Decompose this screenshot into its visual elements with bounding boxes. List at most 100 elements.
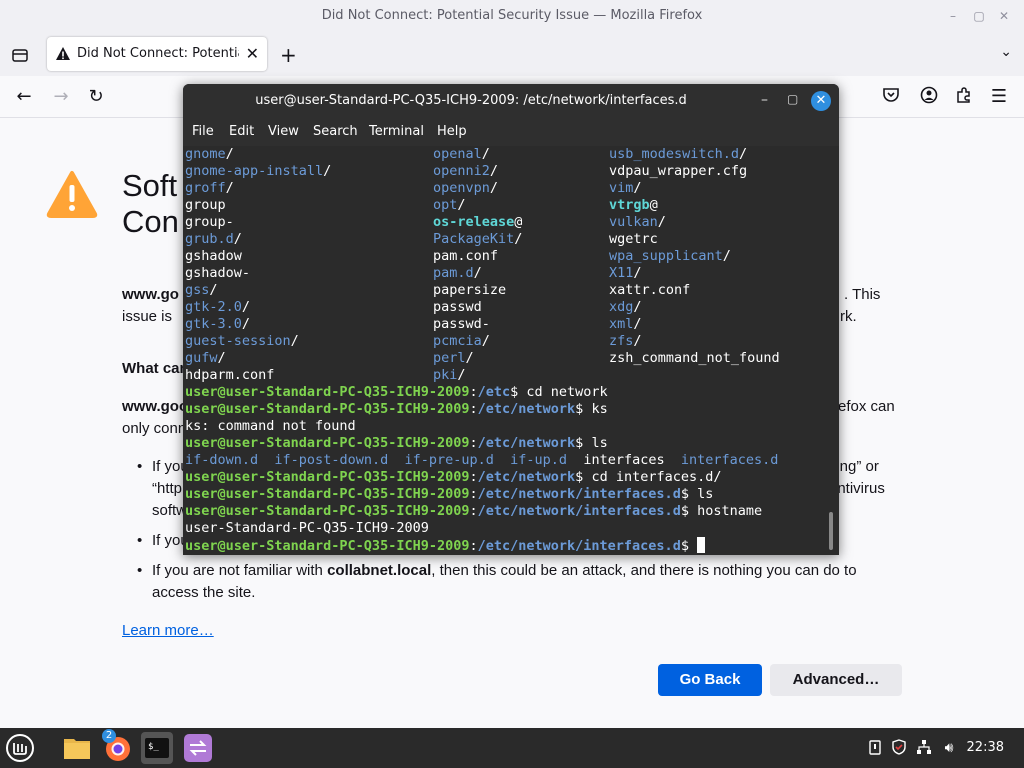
ls-entry: gnome-app-install/ [185,163,331,180]
forward-icon[interactable]: → [50,86,72,108]
menu-view[interactable]: View [268,124,299,139]
terminal-line: user@user-Standard-PC-Q35-ICH9-2009:/etc… [185,469,721,486]
ls-entry-name: passwd [433,299,482,315]
menu-edit[interactable]: Edit [229,124,254,139]
error-text: only conn [122,420,187,437]
ls-entry-suffix: / [233,231,242,247]
ls-entry-name: perl [433,350,466,366]
prompt-user: user@user-Standard-PC-Q35-ICH9-2009 [185,401,470,417]
advanced-button[interactable]: Advanced… [770,664,902,696]
ls-entry: grub.d/ [185,231,242,248]
terminal-taskbar-button[interactable]: $_ [141,732,173,764]
ls-entry-name: guest-session [185,333,291,349]
ls-entry: gshadow [185,248,242,265]
firefox-view-button[interactable] [10,45,30,65]
ls-entry: perl/ [433,350,474,367]
reload-icon[interactable]: ↻ [85,86,107,108]
ls-entry: pam.conf [433,248,498,265]
menu-help[interactable]: Help [437,124,467,139]
terminal-output[interactable]: gnome/openal/usb_modeswitch.d/gnome-app-… [185,146,829,555]
bullet-text: softw [152,502,188,519]
prompt-path: /etc/network/interfaces.d [477,503,681,519]
shield-icon[interactable] [890,739,908,757]
ls-entry: vdpau_wrapper.cfg [609,163,747,180]
ls-entry: zfs/ [609,333,642,350]
terminal-titlebar[interactable]: user@user-Standard-PC-Q35-ICH9-2009: /et… [183,84,839,118]
minimize-button[interactable]: – [946,9,960,23]
ls-entry-name: openal [433,146,482,162]
pocket-icon[interactable] [880,86,902,108]
new-tab-button[interactable]: + [280,43,297,67]
ls-entry-name: vim [609,180,634,196]
taskbar: 2 $_ 🔊︎ 22:38 [0,728,1024,768]
maximize-button[interactable]: ▢ [972,9,986,23]
ls-entry-name: openni2 [433,163,490,179]
ls-entry-name: opt [433,197,458,213]
ls-entry-name: zfs [609,333,634,349]
ls-entry-name: usb_modeswitch.d [609,146,740,162]
terminal-minimize-button[interactable]: – [761,92,768,108]
ls-entry-name: os-release [433,214,515,230]
command-output: user-Standard-PC-Q35-ICH9-2009 [185,520,429,536]
separator [494,452,510,468]
ls-entry: pam.d/ [433,265,482,282]
extensions-icon[interactable] [953,86,975,108]
menu-search[interactable]: Search [313,124,358,139]
terminal-window[interactable]: user@user-Standard-PC-Q35-ICH9-2009: /et… [183,84,839,555]
ls-entry-name: vdpau_wrapper.cfg [609,163,748,179]
mint-menu-icon[interactable] [4,732,36,764]
go-back-button[interactable]: Go Back [658,664,762,696]
clock[interactable]: 22:38 [967,740,1004,755]
close-button[interactable]: ✕ [997,9,1011,23]
ls-entry-suffix: @ [514,214,523,230]
terminal-line: user@user-Standard-PC-Q35-ICH9-2009:/etc… [185,401,608,418]
ls-entry: gshadow- [185,265,250,282]
terminal-close-button[interactable]: ✕ [811,91,831,111]
ls-entry-name: X11 [609,265,634,281]
firefox-view-icon [12,49,28,62]
ls-entry: gnome/ [185,146,234,163]
separator [258,452,274,468]
ls-entry-name: wgetrc [609,231,658,247]
app-icon[interactable] [182,732,214,764]
ls-entry-suffix: / [633,316,642,332]
list-all-tabs-button[interactable]: ⌄ [1000,44,1012,60]
menu-terminal[interactable]: Terminal [369,124,424,139]
ls-entry-suffix: / [657,214,666,230]
ls-entry: vim/ [609,180,642,197]
firefox-icon[interactable]: 2 [102,729,134,764]
files-icon[interactable] [61,732,93,764]
account-icon[interactable] [918,86,940,108]
ls-entry-suffix: / [739,146,748,162]
ls-entry: groff/ [185,180,234,197]
ls-entry: vtrgb@ [609,197,658,214]
tab-close-icon[interactable]: ✕ [246,44,259,63]
command-output: ks: command not found [185,418,356,434]
volume-icon[interactable]: 🔊︎ [940,739,958,757]
terminal-line: ks: command not found [185,418,356,435]
ls-entry-suffix: / [633,333,642,349]
ls-entry-suffix: / [633,180,642,196]
ls-entry-name: group [185,197,226,213]
clipboard-icon[interactable] [866,739,884,757]
learn-more-link[interactable]: Learn more… [122,622,214,639]
menu-file[interactable]: File [192,124,214,139]
ls-entry-name: PackageKit [433,231,515,247]
ls-entry: openal/ [433,146,490,163]
ls-entry-suffix: / [514,231,523,247]
warning-icon [46,170,98,222]
ls-entry-name: passwd- [433,316,490,332]
tab-label: Did Not Connect: Potential Security Issu… [77,46,239,61]
ls-entry-suffix: / [241,299,251,315]
terminal-maximize-button[interactable]: ▢ [787,92,798,106]
bullet-text: “http [152,480,183,497]
menu-icon[interactable]: ☰ [988,86,1010,108]
ls-entry: X11/ [609,265,642,282]
back-icon[interactable]: ← [13,86,35,108]
tab-active[interactable]: Did Not Connect: Potential Security Issu… [47,37,267,71]
network-icon[interactable] [915,739,933,757]
terminal-scrollbar[interactable] [829,512,833,550]
bullet-text: access the site. [152,584,256,601]
ls-entry: guest-session/ [185,333,299,350]
prompt-sep: : [469,538,478,554]
